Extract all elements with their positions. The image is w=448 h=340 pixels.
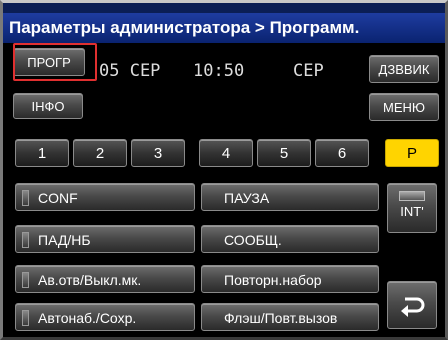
func-key-redial[interactable]: Повторн.набор bbox=[201, 265, 379, 293]
info-button[interactable]: ІНФО bbox=[13, 93, 83, 119]
key-5[interactable]: 5 bbox=[257, 139, 311, 167]
func-key-conf[interactable]: CONF bbox=[15, 183, 195, 211]
led-indicator bbox=[22, 232, 29, 248]
menu-button[interactable]: МЕНЮ bbox=[369, 93, 439, 121]
key-6[interactable]: 6 bbox=[315, 139, 369, 167]
int-button[interactable]: INT' bbox=[387, 183, 437, 233]
selected-highlight bbox=[13, 43, 97, 81]
key-2[interactable]: 2 bbox=[73, 139, 127, 167]
func-key-pause[interactable]: ПАУЗА bbox=[201, 183, 379, 211]
led-indicator bbox=[22, 310, 29, 326]
func-key-hold[interactable]: ПАД/НБ bbox=[15, 225, 195, 253]
back-button[interactable] bbox=[387, 281, 437, 329]
phone-screen: Параметры администратора > Программ. ПРО… bbox=[0, 0, 448, 340]
page-title: Параметры администратора > Программ. bbox=[3, 13, 445, 43]
key-p[interactable]: P bbox=[385, 139, 439, 167]
time-display: 10:50 bbox=[193, 61, 245, 81]
func-key-autoanswer[interactable]: Ав.отв/Выкл.мк. bbox=[15, 265, 195, 293]
func-key-flash[interactable]: Флэш/Повт.вызов bbox=[201, 303, 379, 331]
key-4[interactable]: 4 bbox=[199, 139, 253, 167]
key-1[interactable]: 1 bbox=[15, 139, 69, 167]
day-display: СЕР bbox=[293, 61, 324, 81]
date-display: 05 СЕР bbox=[99, 61, 161, 81]
return-arrow-icon bbox=[401, 297, 425, 317]
func-key-autodial[interactable]: Автонаб./Сохр. bbox=[15, 303, 195, 331]
key-3[interactable]: 3 bbox=[131, 139, 185, 167]
led-indicator bbox=[22, 272, 29, 288]
status-strip bbox=[3, 3, 445, 13]
int-led-icon bbox=[399, 191, 425, 201]
led-indicator bbox=[22, 190, 29, 206]
ring-button[interactable]: ДЗВВИК bbox=[369, 55, 439, 83]
func-key-message[interactable]: СООБЩ. bbox=[201, 225, 379, 253]
